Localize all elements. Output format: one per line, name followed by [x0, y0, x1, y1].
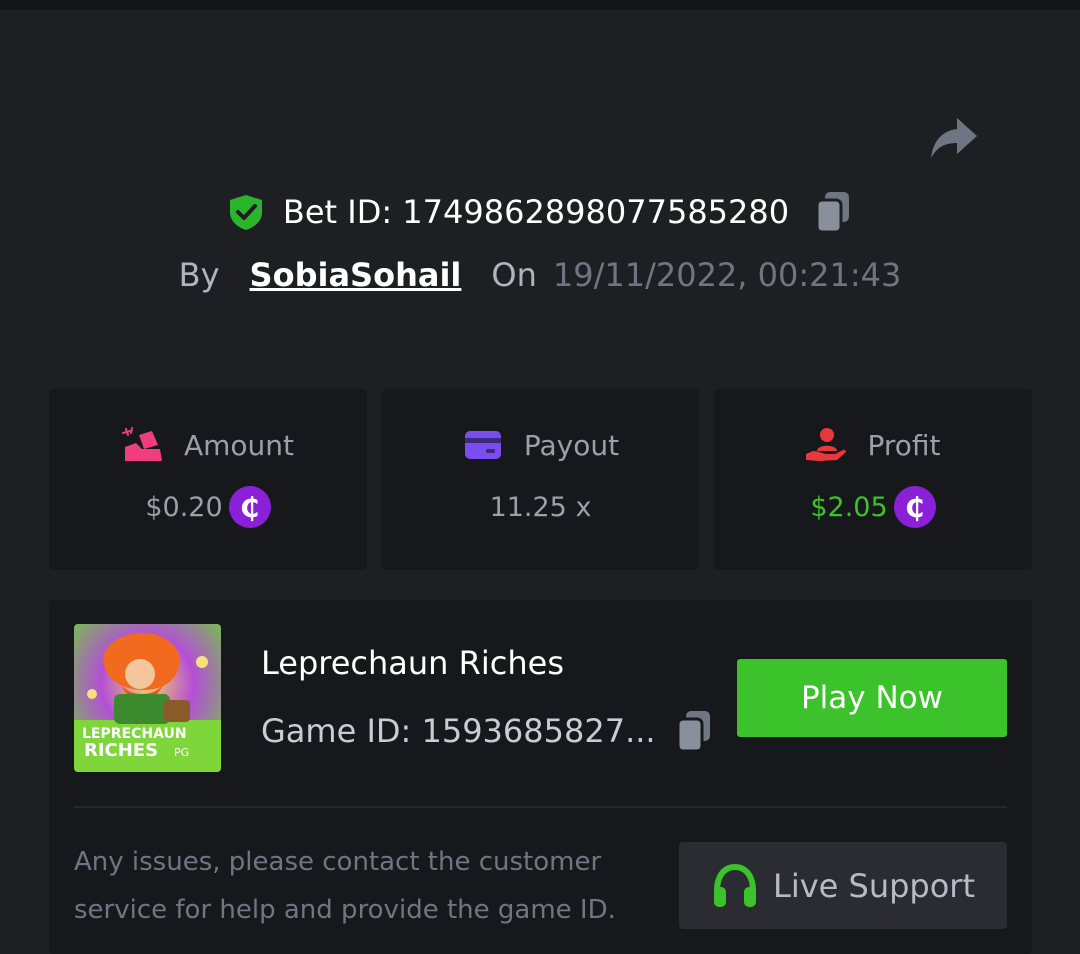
headset-icon: [711, 863, 759, 909]
payout-card: Payout 11.25 x: [382, 389, 699, 570]
coin-icon: ₵: [893, 486, 936, 528]
profit-header: Profit: [714, 425, 1032, 465]
amount-value-row: $0.20 ₵: [49, 485, 367, 529]
hand-user-icon: [805, 425, 847, 465]
card-icon: [462, 425, 504, 465]
on-label: On: [491, 256, 537, 294]
game-thumbnail[interactable]: LEPRECHAUN RICHES PG: [74, 624, 221, 772]
support-help-text: Any issues, please contact the customer …: [74, 847, 616, 925]
copy-game-id-button[interactable]: [674, 709, 714, 753]
username-link[interactable]: SobiaSohail: [250, 256, 462, 294]
by-label: By: [178, 256, 220, 294]
bet-meta-row: By SobiaSohail On 19/11/2022, 00:21:43: [0, 250, 1080, 300]
bet-id-text: Bet ID: 1749862898077585280: [282, 193, 790, 231]
game-id-text: Game ID: 1593685827...: [261, 712, 656, 750]
amount-icon: [121, 425, 164, 465]
amount-card: Amount $0.20 ₵: [49, 389, 367, 570]
play-now-button[interactable]: Play Now: [737, 659, 1007, 737]
live-support-label: Live Support: [772, 866, 975, 905]
copy-bet-id-button[interactable]: [813, 190, 853, 234]
top-bar: [0, 0, 1080, 10]
profit-value: $2.05: [810, 491, 888, 523]
game-title: Leprechaun Riches: [261, 644, 564, 682]
copy-icon: [674, 709, 714, 753]
bet-id-row: Bet ID: 1749862898077585280: [0, 186, 1080, 238]
game-card: LEPRECHAUN RICHES PG Leprechaun Riches G…: [49, 600, 1032, 954]
share-icon: [929, 116, 979, 160]
payout-header: Payout: [382, 425, 699, 465]
profit-card: Profit $2.05 ₵: [714, 389, 1032, 570]
payout-label: Payout: [523, 428, 620, 462]
thumbnail-title-line2: RICHES: [84, 740, 158, 761]
payout-value-row: 11.25 x: [382, 485, 699, 529]
shield-check-icon: [227, 193, 265, 231]
amount-value: $0.20: [145, 491, 223, 523]
thumbnail-brand: PG: [174, 746, 189, 759]
profit-label: Profit: [867, 428, 941, 462]
copy-icon: [813, 190, 853, 234]
amount-label: Amount: [183, 428, 295, 462]
game-id-row: Game ID: 1593685827...: [261, 706, 714, 756]
profit-value-row: $2.05 ₵: [714, 485, 1032, 529]
coin-icon: ₵: [228, 486, 271, 528]
share-button[interactable]: [924, 110, 984, 166]
bet-datetime: 19/11/2022, 00:21:43: [552, 256, 902, 294]
live-support-button[interactable]: Live Support: [679, 842, 1007, 929]
payout-value: 11.25 x: [489, 491, 592, 523]
amount-header: Amount: [49, 425, 367, 465]
divider: [74, 806, 1007, 808]
